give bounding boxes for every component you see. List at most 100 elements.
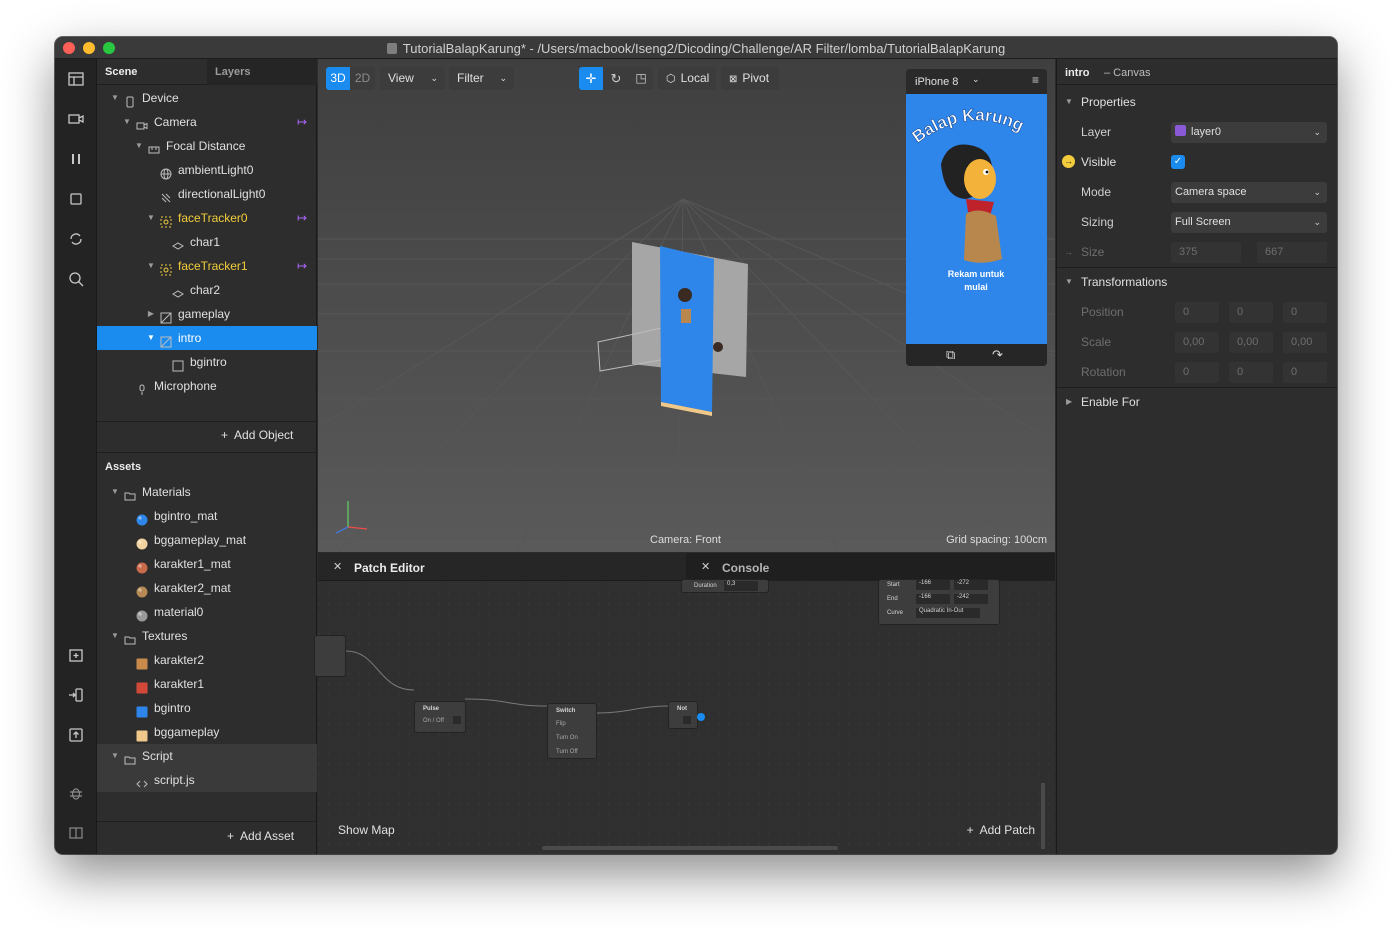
end-y-field[interactable]: -242 — [954, 594, 988, 604]
link-arrow-icon[interactable]: ↦ — [297, 206, 307, 230]
tree-item-karakter1[interactable]: karakter1 — [97, 672, 317, 696]
tab-patch-editor[interactable]: Patch Editor — [354, 561, 425, 575]
add-patch-button[interactable]: + Add Patch — [967, 823, 1035, 837]
link-arrow-icon[interactable]: ↦ — [297, 110, 307, 134]
duration-field[interactable]: 0,3 — [724, 581, 758, 591]
tree-item-ambientlight0[interactable]: ambientLight0 — [97, 158, 317, 182]
tree-item-focal-distance[interactable]: ▼ Focal Distance — [97, 134, 317, 158]
close-patch-editor-icon[interactable]: ✕ — [333, 560, 342, 573]
capture-icon[interactable]: ⧉ — [946, 347, 955, 363]
start-y-field[interactable]: -272 — [954, 580, 988, 590]
caret-down-icon[interactable]: ▼ — [110, 744, 120, 768]
caret-down-icon[interactable]: ▼ — [146, 326, 156, 350]
curve-dropdown[interactable]: Quadratic In-Out — [916, 608, 980, 618]
start-x-field[interactable]: -166 — [916, 580, 950, 590]
tree-item-facetracker1[interactable]: ▼ faceTracker1 ↦ — [97, 254, 317, 278]
tree-item-karakter2[interactable]: karakter2 — [97, 648, 317, 672]
node-offscreen-left[interactable] — [314, 635, 346, 677]
scale-x-field[interactable]: 0,00 — [1175, 332, 1219, 353]
tab-console[interactable]: Console — [722, 561, 769, 575]
tree-item-device[interactable]: ▼ Device — [97, 86, 317, 110]
pivot-toggle[interactable]: ⊠ Pivot — [721, 67, 779, 90]
search-icon[interactable] — [67, 271, 85, 289]
upload-icon[interactable] — [67, 727, 85, 745]
tab-layers[interactable]: Layers — [215, 66, 250, 78]
size-width-field[interactable]: 375 — [1171, 242, 1241, 263]
caret-down-icon[interactable]: ▼ — [110, 86, 120, 110]
docs-icon[interactable] — [67, 825, 85, 843]
chevron-down-icon[interactable]: ⌄ — [972, 74, 980, 85]
tree-item-materials[interactable]: ▼ Materials — [97, 480, 317, 504]
sizing-dropdown[interactable]: Full Screen ⌄ — [1171, 212, 1327, 233]
scale-z-field[interactable]: 0,00 — [1283, 332, 1327, 353]
caret-down-icon[interactable]: ▼ — [110, 624, 120, 648]
pause-icon[interactable] — [67, 151, 85, 169]
tree-item-karakter2-mat[interactable]: karakter2_mat — [97, 576, 317, 600]
rotation-x-field[interactable]: 0 — [1175, 362, 1219, 383]
tree-item-facetracker0[interactable]: ▼ faceTracker0 ↦ — [97, 206, 317, 230]
not-output-port[interactable] — [683, 716, 691, 724]
tree-item-gameplay[interactable]: ▶ gameplay — [97, 302, 317, 326]
node-not[interactable]: Not — [668, 701, 705, 729]
device-selector[interactable]: iPhone 8 — [915, 76, 958, 88]
tree-item-script[interactable]: ▼ Script — [97, 744, 317, 768]
tab-scene[interactable]: Scene — [105, 66, 137, 78]
rotation-y-field[interactable]: 0 — [1229, 362, 1273, 383]
add-asset-button[interactable]: + Add Asset — [227, 829, 294, 843]
layer-dropdown[interactable]: layer0 ⌄ — [1171, 122, 1327, 143]
mode-3d-button[interactable]: 3D — [326, 67, 350, 90]
keyframe-arrow-icon[interactable]: → — [1062, 155, 1075, 168]
rotate-tool-icon[interactable]: ↻ — [604, 67, 628, 90]
video-icon[interactable] — [67, 111, 85, 129]
caret-right-icon[interactable]: ▶ — [146, 302, 156, 326]
tree-item-bggameplay-mat[interactable]: bggameplay_mat — [97, 528, 317, 552]
caret-down-icon[interactable]: ▼ — [134, 134, 144, 158]
stop-icon[interactable] — [67, 191, 85, 209]
tree-item-script-js[interactable]: script.js — [97, 768, 317, 792]
bug-icon[interactable] — [67, 785, 85, 803]
caret-down-icon[interactable]: ▼ — [146, 254, 156, 278]
rotation-z-field[interactable]: 0 — [1283, 362, 1327, 383]
menu-icon[interactable]: ≡ — [1032, 73, 1039, 87]
caret-down-icon[interactable]: ▼ — [110, 480, 120, 504]
tree-item-karakter1-mat[interactable]: karakter1_mat — [97, 552, 317, 576]
layout-icon[interactable] — [67, 71, 85, 89]
send-to-device-icon[interactable] — [67, 687, 85, 705]
position-x-field[interactable]: 0 — [1175, 302, 1219, 323]
tree-item-bgintro-mat[interactable]: bgintro_mat — [97, 504, 317, 528]
position-y-field[interactable]: 0 — [1229, 302, 1273, 323]
add-object-button[interactable]: + Add Object — [221, 428, 293, 442]
link-arrow-icon[interactable]: ↦ — [297, 254, 307, 278]
rotate-device-icon[interactable]: ↷ — [992, 347, 1003, 363]
enable-for-row[interactable]: ▶ Enable For — [1057, 387, 1337, 417]
move-tool-icon[interactable]: ✛ — [579, 67, 603, 90]
tree-item-microphone[interactable]: Microphone — [97, 374, 317, 398]
tree-item-camera[interactable]: ▼ Camera ↦ — [97, 110, 317, 134]
pulse-output-port[interactable] — [453, 716, 461, 724]
tree-item-material0[interactable]: material0 — [97, 600, 317, 624]
tree-item-intro[interactable]: ▼ intro — [97, 326, 317, 350]
caret-down-icon[interactable]: ▼ — [122, 110, 132, 134]
visible-checkbox[interactable]: ✓ — [1171, 155, 1185, 169]
tree-item-char1[interactable]: char1 — [97, 230, 317, 254]
filter-dropdown[interactable]: Filter ⌄ — [449, 67, 514, 90]
size-height-field[interactable]: 667 — [1257, 242, 1327, 263]
3d-viewport[interactable]: 3D 2D View ⌄ Filter ⌄ ✛ ↻ ◳ ⬡ Local ⊠ Pivot … — [318, 59, 1055, 552]
scale-tool-icon[interactable]: ◳ — [629, 67, 653, 90]
patch-editor[interactable]: ✕ Patch Editor ✕ Console Duration 0,3 St… — [314, 553, 1055, 854]
properties-header[interactable]: ▼ Properties — [1057, 87, 1337, 117]
node-pulse[interactable]: Pulse On / Off — [414, 701, 466, 733]
mode-dropdown[interactable]: Camera space ⌄ — [1171, 182, 1327, 203]
tree-item-bgintro[interactable]: bgintro — [97, 350, 317, 374]
tree-item-textures[interactable]: ▼ Textures — [97, 624, 317, 648]
end-x-field[interactable]: -166 — [916, 594, 950, 604]
scale-y-field[interactable]: 0,00 — [1229, 332, 1273, 353]
mode-2d-button[interactable]: 2D — [350, 67, 375, 90]
view-dropdown[interactable]: View ⌄ — [380, 67, 445, 90]
show-map-button[interactable]: Show Map — [338, 823, 395, 837]
local-toggle[interactable]: ⬡ Local — [658, 67, 716, 90]
tree-item-directionallight0[interactable]: directionalLight0 — [97, 182, 317, 206]
not-output-connector[interactable] — [697, 713, 705, 721]
refresh-icon[interactable] — [67, 231, 85, 249]
close-console-icon[interactable]: ✕ — [701, 560, 710, 573]
